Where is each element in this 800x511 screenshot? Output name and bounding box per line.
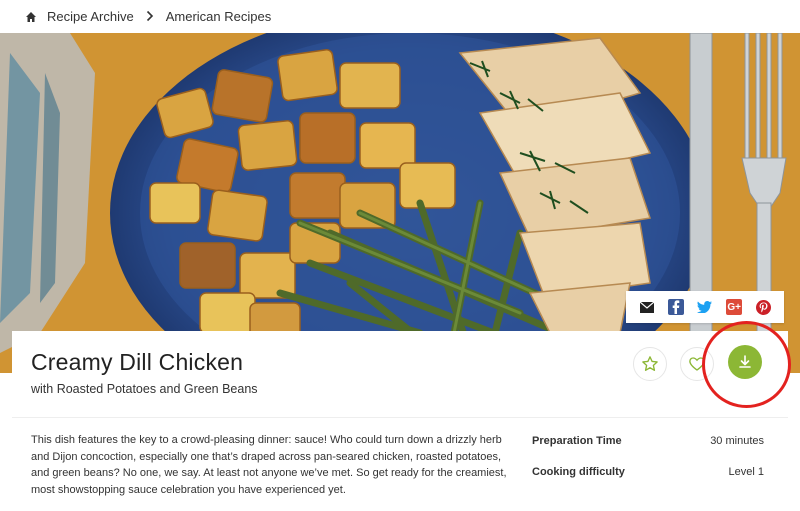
breadcrumb: Recipe Archive American Recipes xyxy=(0,0,800,33)
meta-label: Preparation Time xyxy=(532,435,622,447)
meta-cooking-difficulty: Cooking difficulty Level 1 xyxy=(532,466,764,478)
highlight-circle-annotation xyxy=(702,321,791,408)
pinterest-icon[interactable] xyxy=(755,299,772,315)
divider xyxy=(12,417,788,418)
star-icon xyxy=(642,356,658,371)
share-bar: G+ xyxy=(626,291,784,323)
meta-preparation-time: Preparation Time 30 minutes xyxy=(532,435,764,447)
google-plus-icon[interactable]: G+ xyxy=(726,299,743,315)
email-icon[interactable] xyxy=(639,299,655,315)
facebook-icon[interactable] xyxy=(667,299,684,315)
meta-value: Level 1 xyxy=(728,466,764,478)
recipe-title: Creamy Dill Chicken xyxy=(31,349,244,375)
recipe-subtitle: with Roasted Potatoes and Green Beans xyxy=(31,382,258,396)
home-icon[interactable] xyxy=(25,11,37,23)
recipe-card: Creamy Dill Chicken with Roasted Potatoe… xyxy=(12,331,788,511)
recipe-description: This dish features the key to a crowd-pl… xyxy=(31,434,507,496)
meta-value: 30 minutes xyxy=(710,435,764,447)
favorite-star-button[interactable] xyxy=(633,347,667,381)
meta-label: Cooking difficulty xyxy=(532,466,625,478)
chevron-right-icon xyxy=(146,9,154,25)
breadcrumb-link-american-recipes[interactable]: American Recipes xyxy=(166,9,272,24)
breadcrumb-link-recipe-archive[interactable]: Recipe Archive xyxy=(47,9,134,24)
twitter-icon[interactable] xyxy=(697,299,713,315)
